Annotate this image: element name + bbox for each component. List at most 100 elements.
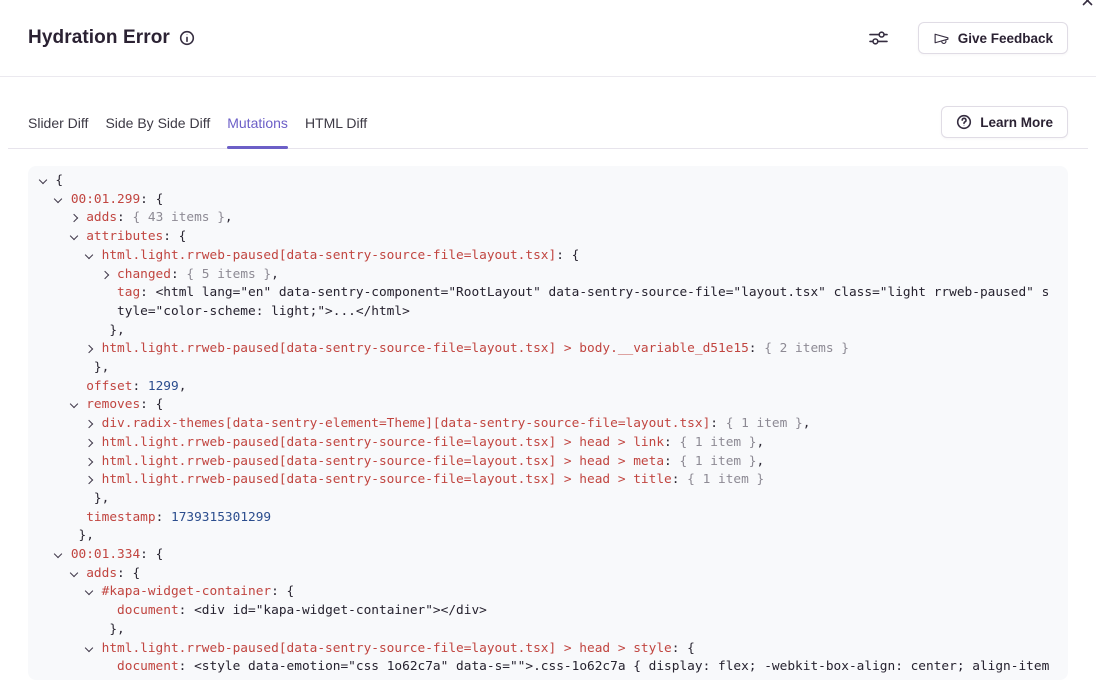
json-text: : { <box>271 584 294 599</box>
tab-slider-diff[interactable]: Slider Diff <box>28 97 88 148</box>
json-text: { <box>55 173 63 188</box>
chevron-down-icon[interactable] <box>70 232 78 240</box>
tab-html-diff[interactable]: HTML Diff <box>305 97 367 148</box>
json-line: attributes: { <box>40 228 1057 247</box>
chevron-right-icon[interactable] <box>100 270 108 278</box>
json-line: #kapa-widget-container: { <box>40 583 1057 602</box>
json-text: }, <box>109 622 124 637</box>
give-feedback-button[interactable]: Give Feedback <box>918 22 1068 54</box>
json-text: : { <box>140 192 163 207</box>
json-key: html.light.rrweb-paused[data-sentry-sour… <box>102 435 664 450</box>
tab-mutations[interactable]: Mutations <box>227 97 288 148</box>
json-line: html.light.rrweb-paused[data-sentry-sour… <box>40 640 1057 659</box>
chevron-down-icon[interactable] <box>54 550 62 558</box>
learn-more-label: Learn More <box>980 115 1053 130</box>
json-line: html.light.rrweb-paused[data-sentry-sour… <box>40 340 1057 359</box>
tab-side-by-side-diff[interactable]: Side By Side Diff <box>105 97 210 148</box>
chevron-down-icon[interactable] <box>70 569 78 577</box>
mutations-json-viewer[interactable]: {00:01.299: {adds: { 43 items },attribut… <box>28 166 1068 680</box>
json-text: }, <box>94 491 109 506</box>
json-text: : { <box>556 248 579 263</box>
chevron-down-icon[interactable] <box>85 643 93 651</box>
chevron-right-icon[interactable] <box>85 476 93 484</box>
json-text: }, <box>109 323 124 338</box>
chevron-right-icon[interactable] <box>85 457 93 465</box>
json-key: adds <box>86 566 117 581</box>
json-text: : <box>749 341 764 356</box>
json-line: html.light.rrweb-paused[data-sentry-sour… <box>40 247 1057 266</box>
chevron-right-icon[interactable] <box>85 439 93 447</box>
json-key: removes <box>86 397 140 412</box>
json-text: , <box>271 267 279 282</box>
json-text: , <box>803 416 811 431</box>
json-line: html.light.rrweb-paused[data-sentry-sour… <box>40 434 1057 453</box>
json-key: 00:01.334 <box>71 547 140 562</box>
json-text: : <box>179 659 194 674</box>
json-text: : <box>664 454 679 469</box>
json-text: , <box>225 210 233 225</box>
json-tree: {00:01.299: {adds: { 43 items },attribut… <box>40 172 1057 677</box>
json-line: div.radix-themes[data-sentry-element=The… <box>40 415 1057 434</box>
tab-list: Slider Diff Side By Side Diff Mutations HTM… <box>28 97 367 148</box>
json-line: tag: <html lang="en" data-sentry-compone… <box>40 284 1057 321</box>
json-key: html.light.rrweb-paused[data-sentry-sour… <box>102 454 664 469</box>
json-line: }, <box>40 621 1057 640</box>
json-key: div.radix-themes[data-sentry-element=The… <box>102 416 711 431</box>
json-text: : { <box>163 229 186 244</box>
json-summary: { 1 item } <box>726 416 803 431</box>
header: Hydration Error Give Feedback <box>0 0 1096 77</box>
json-line: changed: { 5 items }, <box>40 266 1057 285</box>
chevron-right-icon[interactable] <box>85 345 93 353</box>
json-key: #kapa-widget-container <box>102 584 272 599</box>
json-text: : { <box>140 397 163 412</box>
json-key: attributes <box>86 229 163 244</box>
json-key: document <box>117 603 179 618</box>
chevron-down-icon[interactable] <box>85 587 93 595</box>
json-text: : <box>710 416 725 431</box>
json-text: <div id="kapa-widget-container"></div> <box>194 603 487 618</box>
json-key: adds <box>86 210 117 225</box>
json-summary: { 1 item } <box>687 472 764 487</box>
json-text: : <box>171 267 186 282</box>
json-text: , <box>757 435 765 450</box>
chevron-down-icon[interactable] <box>85 251 93 259</box>
json-text: : <box>132 379 147 394</box>
json-summary: { 1 item } <box>679 435 756 450</box>
sliders-icon[interactable] <box>868 28 889 48</box>
json-key: html.light.rrweb-paused[data-sentry-sour… <box>102 472 672 487</box>
json-key: tag <box>117 285 140 300</box>
close-icon[interactable] <box>1080 0 1096 8</box>
json-line: { <box>40 172 1057 191</box>
give-feedback-label: Give Feedback <box>958 31 1053 46</box>
json-text: , <box>179 379 187 394</box>
tab-bar: Slider Diff Side By Side Diff Mutations HTM… <box>8 97 1088 149</box>
chevron-right-icon[interactable] <box>70 214 78 222</box>
json-key: html.light.rrweb-paused[data-sentry-sour… <box>102 641 672 656</box>
json-text: }, <box>94 360 109 375</box>
question-circle-icon <box>956 114 972 130</box>
json-text: : <box>672 472 687 487</box>
json-key: document <box>117 659 179 674</box>
json-line: timestamp: 1739315301299 <box>40 509 1057 528</box>
json-line: 00:01.299: { <box>40 191 1057 210</box>
json-text: <style data-emotion="css 1o62c7a" data-s… <box>194 659 1049 674</box>
json-line: adds: { <box>40 565 1057 584</box>
json-text: : { <box>672 641 695 656</box>
chevron-down-icon[interactable] <box>70 400 78 408</box>
json-line: adds: { 43 items }, <box>40 209 1057 228</box>
json-line: html.light.rrweb-paused[data-sentry-sour… <box>40 471 1057 490</box>
json-text: : <box>117 210 132 225</box>
json-line: }, <box>40 527 1057 546</box>
chevron-down-icon[interactable] <box>54 194 62 202</box>
json-key: 00:01.299 <box>71 192 140 207</box>
learn-more-button[interactable]: Learn More <box>941 106 1068 138</box>
chevron-down-icon[interactable] <box>39 176 47 184</box>
json-text: : { <box>117 566 140 581</box>
json-line: }, <box>40 490 1057 509</box>
info-circle-icon[interactable] <box>179 30 195 46</box>
chevron-right-icon[interactable] <box>85 420 93 428</box>
json-number: 1739315301299 <box>171 510 271 525</box>
json-key: offset <box>86 379 132 394</box>
json-text: : { <box>140 547 163 562</box>
json-key: html.light.rrweb-paused[data-sentry-sour… <box>102 341 749 356</box>
